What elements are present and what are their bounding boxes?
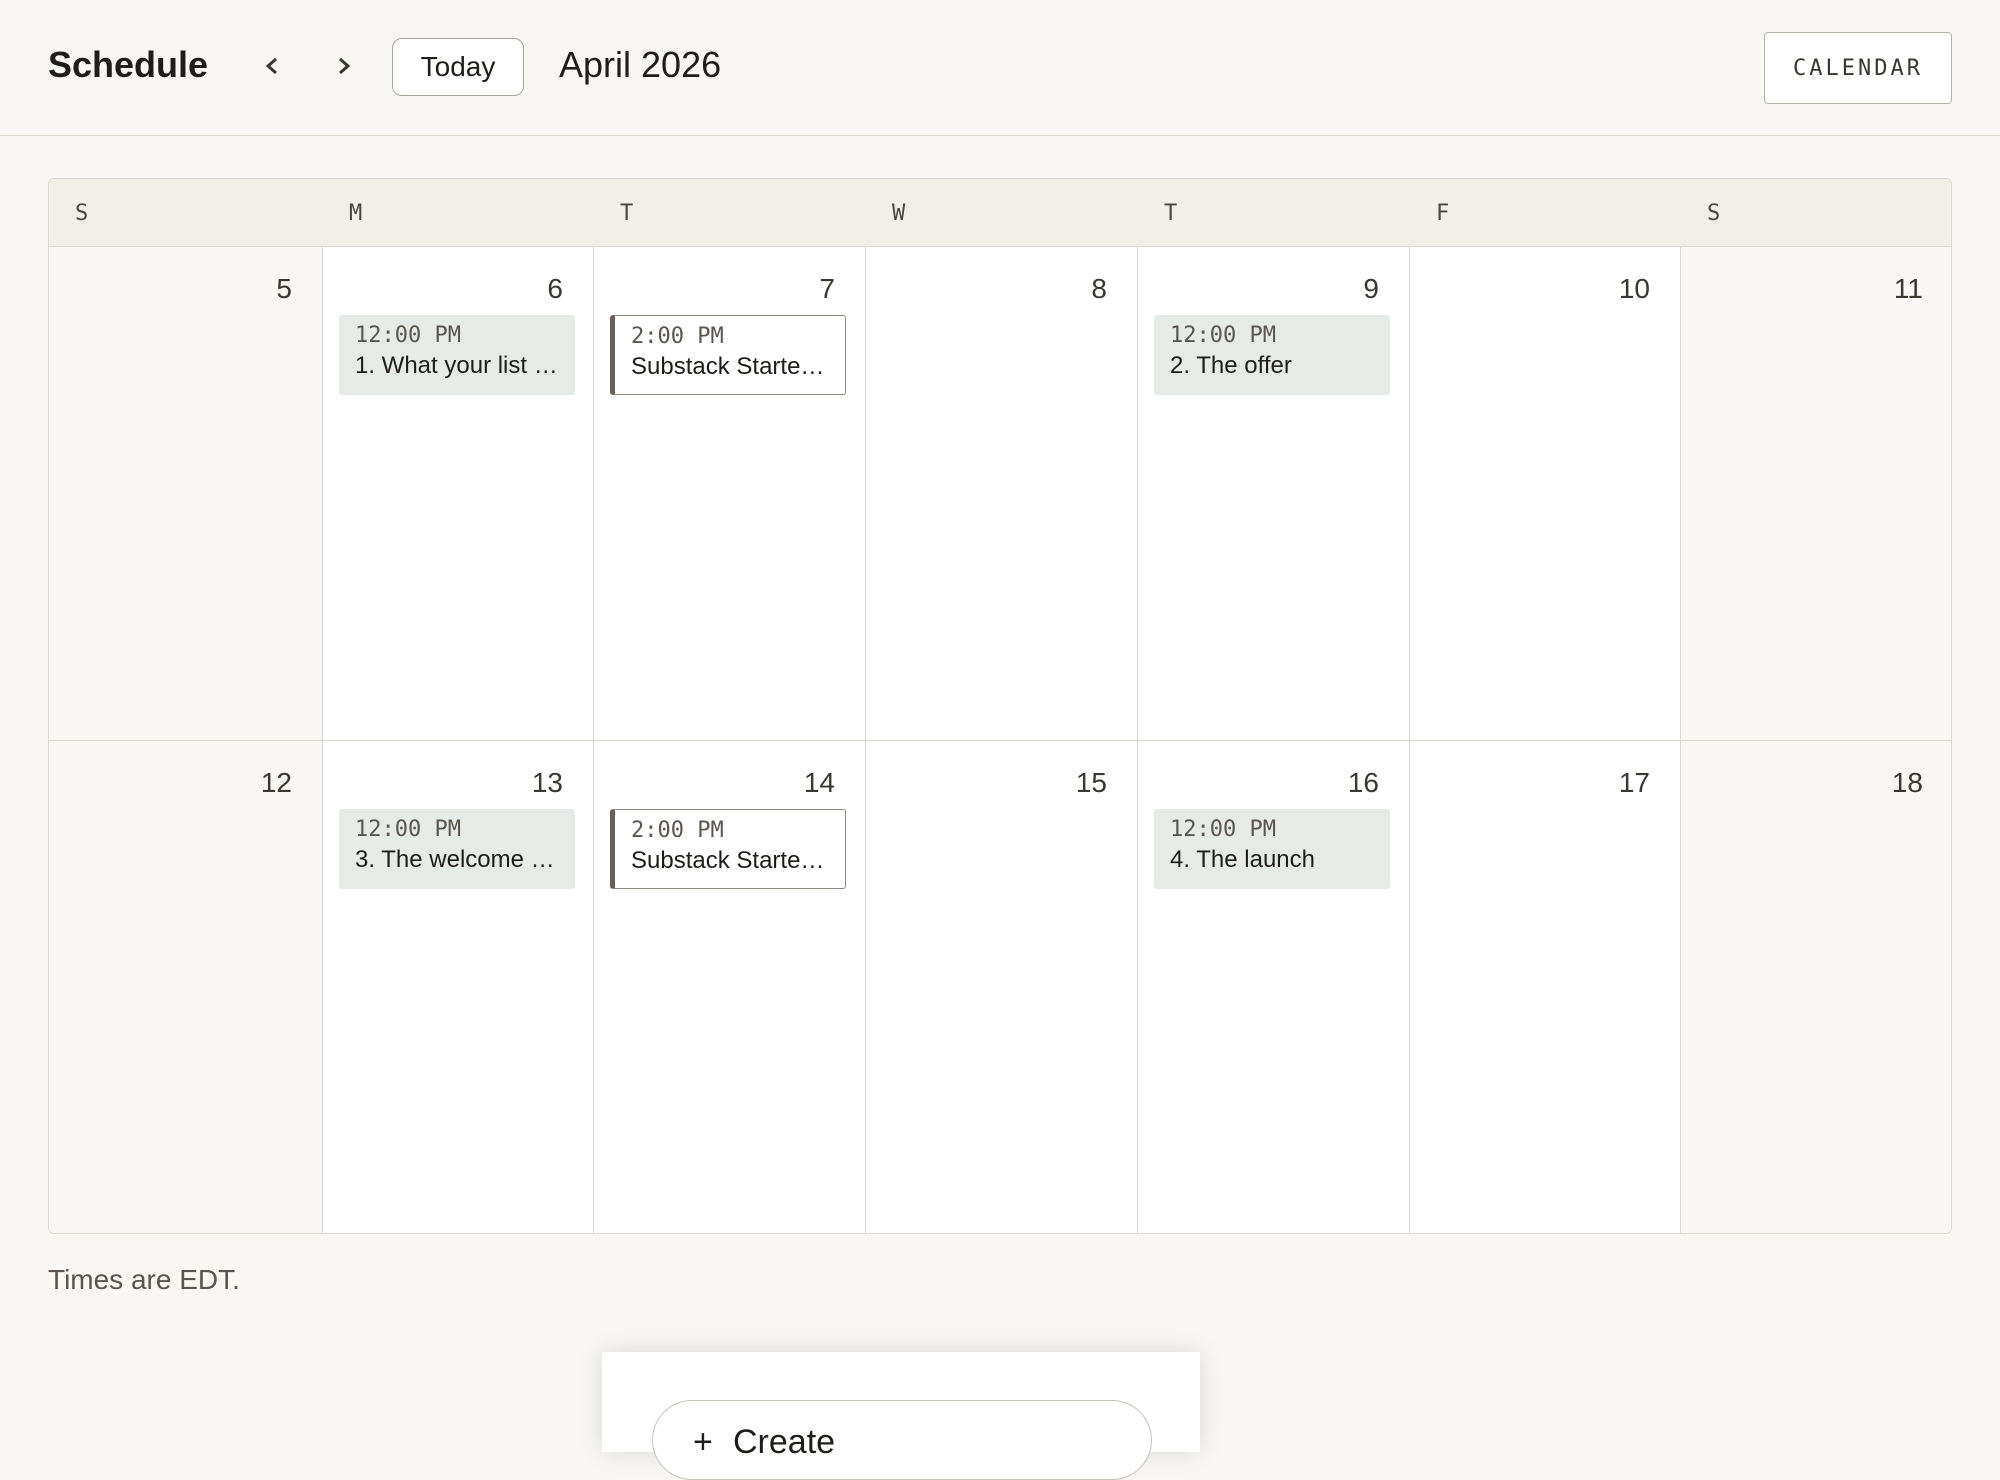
day-cell[interactable]: 18 xyxy=(1681,741,1951,1233)
calendar-event[interactable]: 12:00 PM 3. The welcome … xyxy=(339,809,575,889)
event-time: 12:00 PM xyxy=(1170,323,1276,348)
day-number: 12 xyxy=(260,767,292,798)
event-title: Substack Starter… xyxy=(631,847,829,874)
chevron-left-icon xyxy=(265,57,277,75)
day-cell[interactable]: 14 2:00 PM Substack Starter… xyxy=(594,741,866,1233)
day-of-week-label: T xyxy=(1164,201,1178,226)
day-number: 14 xyxy=(803,767,835,798)
calendar-view-button[interactable]: CALENDAR xyxy=(1764,32,1952,104)
day-number: 8 xyxy=(1091,273,1107,304)
calendar-grid: S M T W T F S 5 6 12:00 PM 1. What your list … 7 2:… xyxy=(48,178,1952,1234)
day-of-week-label: T xyxy=(620,201,634,226)
day-number: 9 xyxy=(1363,273,1379,304)
event-title: 4. The launch xyxy=(1170,846,1315,873)
day-cell[interactable]: 16 12:00 PM 4. The launch xyxy=(1138,741,1410,1233)
calendar-event[interactable]: 12:00 PM 2. The offer xyxy=(1154,315,1390,395)
plus-icon: + xyxy=(693,1423,713,1461)
timezone-note: Times are EDT. xyxy=(48,1264,240,1295)
calendar-event[interactable]: 2:00 PM Substack Starter… xyxy=(610,315,846,395)
top-bar: Schedule Today April 2026 CALENDAR xyxy=(0,0,2000,136)
next-month-button[interactable] xyxy=(324,46,364,86)
day-of-week-label: W xyxy=(892,201,906,226)
calendar-event[interactable]: 12:00 PM 1. What your list … xyxy=(339,315,575,395)
day-number: 18 xyxy=(1891,767,1923,798)
day-cell[interactable]: 8 xyxy=(866,247,1138,741)
event-time: 2:00 PM xyxy=(631,818,724,843)
day-number: 13 xyxy=(531,767,563,798)
month-label: April 2026 xyxy=(559,44,722,85)
day-cell[interactable]: 13 12:00 PM 3. The welcome … xyxy=(323,741,594,1233)
event-title: 1. What your list … xyxy=(355,352,558,379)
event-time: 12:00 PM xyxy=(355,817,461,842)
day-cell[interactable]: 11 xyxy=(1681,247,1951,741)
event-time: 2:00 PM xyxy=(631,324,724,349)
day-cell[interactable]: 15 xyxy=(866,741,1138,1233)
day-cell[interactable]: 7 2:00 PM Substack Starter… xyxy=(594,247,866,741)
event-title: Substack Starter… xyxy=(631,353,829,380)
day-of-week-label: F xyxy=(1436,201,1450,226)
today-button[interactable]: Today xyxy=(392,38,524,96)
page-title: Schedule xyxy=(48,44,209,85)
day-number: 15 xyxy=(1075,767,1107,798)
day-number: 11 xyxy=(1893,273,1923,304)
day-cell[interactable]: 17 xyxy=(1410,741,1681,1233)
day-cell[interactable]: 5 xyxy=(49,247,323,741)
day-of-week-label: S xyxy=(1707,201,1721,226)
day-cell[interactable]: 9 12:00 PM 2. The offer xyxy=(1138,247,1410,741)
create-button[interactable]: + Create xyxy=(652,1400,1152,1480)
chevron-right-icon xyxy=(339,57,351,75)
day-of-week-label: S xyxy=(75,201,89,226)
day-cell[interactable]: 6 12:00 PM 1. What your list … xyxy=(323,247,594,741)
event-title: 3. The welcome … xyxy=(355,846,555,873)
day-number: 6 xyxy=(547,273,563,304)
create-panel: + Create xyxy=(602,1352,1200,1480)
day-cell[interactable]: 12 xyxy=(49,741,323,1233)
day-number: 16 xyxy=(1347,767,1379,798)
calendar-event[interactable]: 2:00 PM Substack Starter… xyxy=(610,809,846,889)
day-number: 10 xyxy=(1618,273,1650,304)
calendar-event[interactable]: 12:00 PM 4. The launch xyxy=(1154,809,1390,889)
previous-month-button[interactable] xyxy=(252,46,292,86)
day-number: 17 xyxy=(1618,767,1650,798)
event-time: 12:00 PM xyxy=(355,323,461,348)
day-number: 5 xyxy=(276,273,292,304)
day-of-week-header: SMTWTFS xyxy=(49,179,1951,247)
event-time: 12:00 PM xyxy=(1170,817,1276,842)
event-title: 2. The offer xyxy=(1170,352,1292,379)
day-of-week-label: M xyxy=(349,201,363,226)
day-cell[interactable]: 10 xyxy=(1410,247,1681,741)
day-number: 7 xyxy=(819,273,835,304)
create-label: Create xyxy=(733,1423,836,1461)
